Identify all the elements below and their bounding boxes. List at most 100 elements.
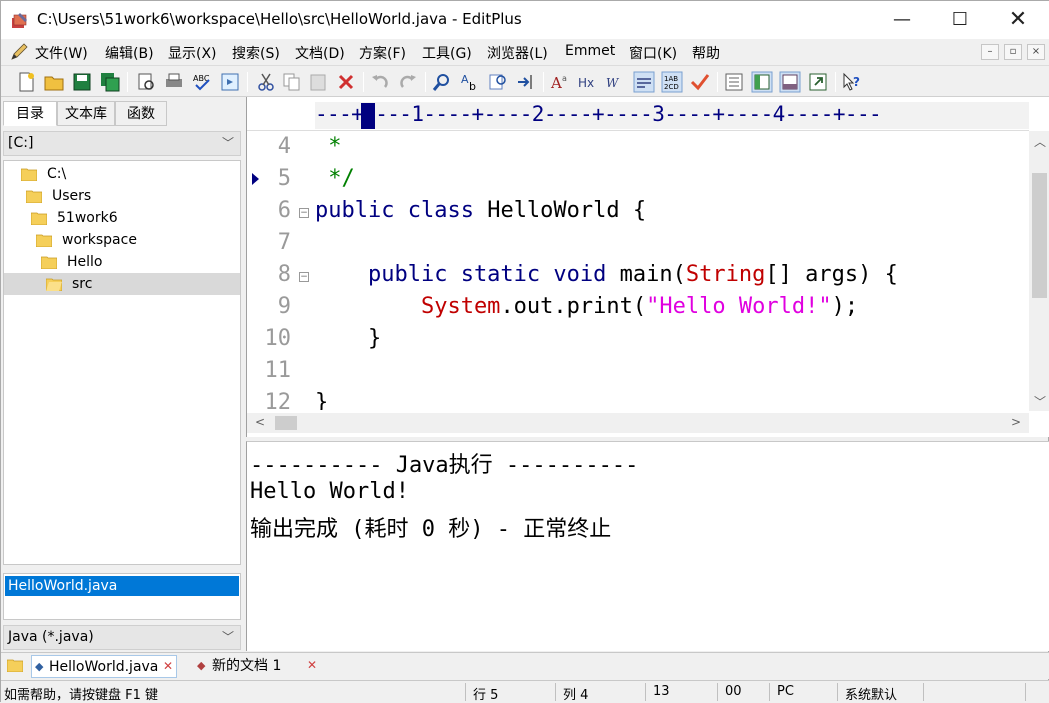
menu-view[interactable]: 显示(X) (168, 43, 217, 63)
line-number: 12 (264, 390, 292, 410)
maximize-button[interactable]: ☐ (931, 1, 989, 39)
doc-tab-new-document[interactable]: ◆ 新的文档 1 ✕ (195, 655, 325, 678)
ruler-icon[interactable] (633, 71, 655, 93)
menu-search[interactable]: 搜索(S) (232, 43, 280, 63)
check-icon[interactable] (689, 71, 711, 93)
word-wrap-icon[interactable]: W (605, 71, 627, 93)
folder-icon (41, 256, 57, 269)
tree-item[interactable]: Hello (4, 251, 240, 273)
tab-cliptext[interactable]: 文本库 (57, 101, 115, 126)
mdi-minimize-button[interactable]: – (981, 44, 999, 60)
save-all-icon[interactable] (99, 71, 121, 93)
pen-icon (11, 43, 28, 60)
find-in-files-icon[interactable] (487, 71, 509, 93)
status-column: 列 4 (563, 688, 589, 703)
fold-toggle-icon[interactable]: − (299, 272, 309, 282)
copy-icon[interactable] (281, 71, 303, 93)
fold-toggle-icon[interactable]: − (299, 208, 309, 218)
line-number: 7 (277, 230, 291, 255)
delete-icon[interactable] (335, 71, 357, 93)
toolbar: ABC Ab Aa Hx W 1AB 2CD ? (1, 65, 1049, 97)
directory-window-icon[interactable] (723, 71, 745, 93)
minimize-button[interactable]: — (873, 1, 931, 39)
menu-browser[interactable]: 浏览器(L) (487, 43, 548, 63)
vertical-scroll-thumb[interactable] (1032, 173, 1047, 298)
menu-emmet[interactable]: Emmet (565, 43, 615, 59)
line-number: 11 (264, 358, 292, 383)
file-filter-value: Java (*.java) (8, 629, 94, 645)
line-number-icon[interactable]: 1AB 2CD (661, 71, 683, 93)
scroll-up-icon[interactable]: ︿ (1034, 133, 1046, 150)
code-editor[interactable]: ---+----1----+----2----+----3----+----4-… (246, 97, 1049, 437)
line-number: 8 (277, 262, 291, 287)
tree-item[interactable]: Users (4, 185, 240, 207)
menu-edit[interactable]: 编辑(B) (105, 43, 154, 63)
hex-view-icon[interactable]: Hx (577, 71, 599, 93)
file-filter-select[interactable]: Java (*.java) ﹀ (3, 625, 241, 650)
tab-functions[interactable]: 函数 (115, 101, 167, 126)
mdi-close-button[interactable]: × (1027, 44, 1045, 60)
tab-directory[interactable]: 目录 (3, 101, 57, 126)
print-preview-icon[interactable] (135, 71, 157, 93)
close-button[interactable]: ✕ (989, 1, 1047, 39)
tree-item[interactable]: 51work6 (4, 207, 240, 229)
doc-tab-helloworld[interactable]: ◆ HelloWorld.java ✕ (31, 655, 177, 678)
menu-document[interactable]: 文档(D) (295, 43, 345, 63)
menu-window[interactable]: 窗口(K) (629, 43, 677, 63)
paste-icon[interactable] (307, 71, 329, 93)
undo-icon[interactable] (369, 71, 391, 93)
scroll-left-icon[interactable]: < (255, 415, 265, 429)
tree-item[interactable]: workspace (4, 229, 240, 251)
find-icon[interactable] (431, 71, 453, 93)
goto-line-icon[interactable] (515, 71, 537, 93)
cliptext-window-icon[interactable] (751, 71, 773, 93)
spellcheck-icon[interactable]: ABC (191, 71, 213, 93)
menu-help[interactable]: 帮助 (692, 43, 720, 63)
status-line-ending[interactable]: PC (777, 684, 794, 699)
scroll-down-icon[interactable]: ﹀ (1034, 393, 1046, 410)
svg-text:Hx: Hx (578, 76, 594, 90)
horizontal-scrollbar[interactable]: < > (247, 413, 1029, 433)
scroll-right-icon[interactable]: > (1011, 415, 1021, 429)
line-number: 6 (277, 198, 291, 223)
line-number: 9 (277, 294, 291, 319)
tab-close-icon[interactable]: ✕ (163, 660, 175, 672)
output-footer: 输出完成 (耗时 0 秒) - 正常终止 (250, 517, 612, 542)
drive-select[interactable]: [C:] ﹀ (3, 131, 241, 156)
font-icon[interactable]: Aa (549, 71, 571, 93)
screen-icon[interactable] (807, 71, 829, 93)
mdi-restore-button[interactable]: ▫ (1004, 44, 1022, 60)
title-bar: C:\Users\51work6\workspace\Hello\src\Hel… (1, 1, 1049, 39)
tab-close-icon[interactable]: ✕ (307, 659, 319, 671)
open-folder-icon[interactable] (43, 71, 65, 93)
browser-preview-icon[interactable] (219, 71, 241, 93)
document-icon: ◆ (197, 659, 206, 672)
output-window[interactable]: ---------- Java执行 ---------- Hello World… (246, 441, 1049, 651)
tree-item-label: 51work6 (57, 210, 118, 226)
folder-icon[interactable] (7, 658, 23, 672)
status-encoding[interactable]: 系统默认 (845, 684, 897, 703)
new-file-icon[interactable] (15, 71, 37, 93)
svg-text:1AB: 1AB (664, 75, 678, 83)
svg-text:W: W (606, 76, 620, 90)
context-help-icon[interactable]: ? (841, 71, 863, 93)
vertical-scrollbar[interactable]: ︿ ﹀ (1029, 131, 1049, 411)
window-title: C:\Users\51work6\workspace\Hello\src\Hel… (37, 10, 522, 28)
horizontal-scroll-thumb[interactable] (275, 416, 297, 430)
print-icon[interactable] (163, 71, 185, 93)
tree-item[interactable]: C:\ (4, 163, 240, 185)
redo-icon[interactable] (397, 71, 419, 93)
output-window-icon[interactable] (779, 71, 801, 93)
file-list-item[interactable]: HelloWorld.java (5, 576, 239, 596)
save-icon[interactable] (71, 71, 93, 93)
menu-project[interactable]: 方案(F) (359, 43, 406, 63)
menu-file[interactable]: 文件(W) (35, 43, 88, 63)
line-number: 5 (277, 166, 291, 191)
tree-item-selected[interactable]: src (4, 273, 240, 295)
menu-tools[interactable]: 工具(G) (422, 43, 472, 63)
folder-icon (21, 168, 37, 181)
replace-icon[interactable]: Ab (459, 71, 481, 93)
file-list: HelloWorld.java (3, 573, 241, 620)
open-folder-icon (46, 278, 62, 291)
cut-icon[interactable] (255, 71, 277, 93)
